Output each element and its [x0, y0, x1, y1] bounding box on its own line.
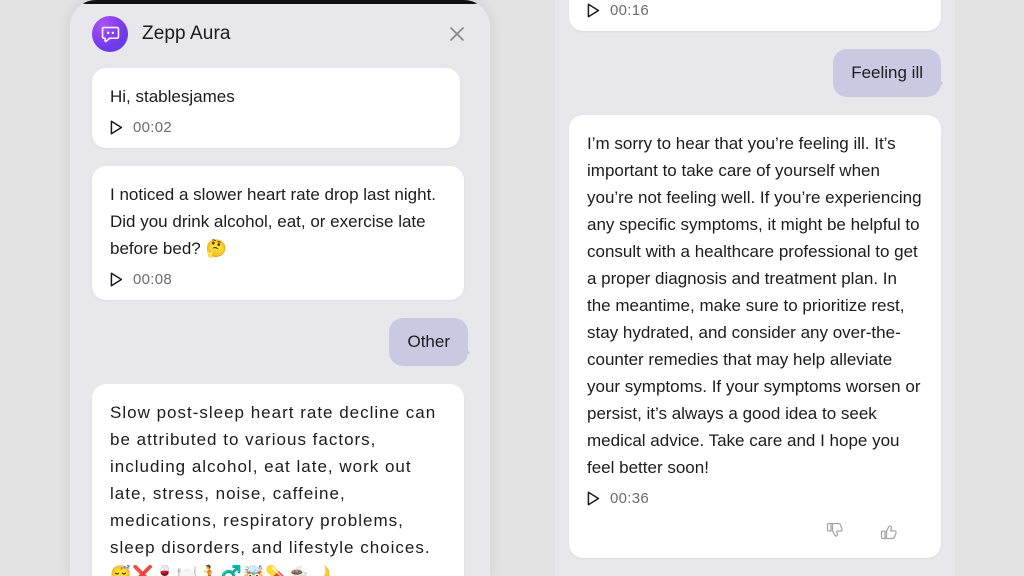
message-row: I’m sorry to hear that you’re feeling il…: [569, 115, 941, 558]
user-message-bubble: Feeling ill: [833, 49, 941, 97]
message-text: Other: [407, 332, 450, 351]
chat-title: Zepp Aura: [142, 23, 231, 44]
message-text: I’m sorry to hear that you’re feeling il…: [587, 134, 927, 477]
audio-playback-control[interactable]: 00:08: [110, 271, 446, 288]
bot-message-bubble: Hi, stablesjames 00:02: [92, 68, 460, 148]
bot-message-bubble: I noticed a slower heart rate drop last …: [92, 166, 464, 300]
zepp-aura-speech-bubble-logo-icon: [92, 16, 128, 52]
audio-playback-control[interactable]: 00:16: [587, 2, 923, 19]
message-list: Hi, stablesjames 00:02 I noticed a slowe…: [70, 68, 490, 576]
message-list: 00:16 Feeling ill I’m sorry to hear that…: [555, 0, 955, 574]
audio-duration: 00:36: [610, 490, 650, 507]
audio-duration: 00:16: [610, 2, 650, 19]
message-text: Hi, stablesjames: [110, 87, 235, 106]
message-row: Slow post-sleep heart rate decline can b…: [92, 384, 468, 576]
message-text: Slow post-sleep heart rate decline can b…: [110, 403, 442, 576]
message-text: Feeling ill: [851, 63, 923, 82]
audio-playback-control[interactable]: 00:36: [587, 490, 923, 507]
audio-duration: 00:08: [133, 271, 173, 288]
audio-duration: 00:02: [133, 119, 173, 136]
message-feedback-controls: [587, 507, 923, 546]
bot-message-bubble: Slow post-sleep heart rate decline can b…: [92, 384, 464, 576]
play-icon: [110, 272, 123, 287]
thumbs-down-icon[interactable]: [825, 521, 845, 546]
zepp-aura-chat-panel: Zepp Aura Hi, stablesjames 00:02 I notic…: [70, 0, 490, 576]
conversation-panel: 00:16 Feeling ill I’m sorry to hear that…: [555, 0, 955, 576]
user-message-bubble: Other: [389, 318, 468, 366]
chat-header: Zepp Aura: [70, 0, 490, 68]
message-row: Hi, stablesjames 00:02: [92, 68, 468, 148]
thumbs-up-icon[interactable]: [879, 521, 899, 546]
play-icon: [587, 491, 600, 506]
play-icon: [587, 3, 600, 18]
message-row: 00:16: [569, 0, 941, 31]
audio-playback-control[interactable]: 00:02: [110, 119, 442, 136]
bot-message-bubble: 00:16: [569, 0, 941, 31]
message-text: I noticed a slower heart rate drop last …: [110, 185, 441, 258]
message-row: Other: [92, 318, 468, 366]
close-icon[interactable]: [442, 19, 472, 49]
message-row: I noticed a slower heart rate drop last …: [92, 166, 468, 300]
message-row: Feeling ill: [569, 49, 941, 97]
play-icon: [110, 120, 123, 135]
bot-message-bubble: I’m sorry to hear that you’re feeling il…: [569, 115, 941, 558]
